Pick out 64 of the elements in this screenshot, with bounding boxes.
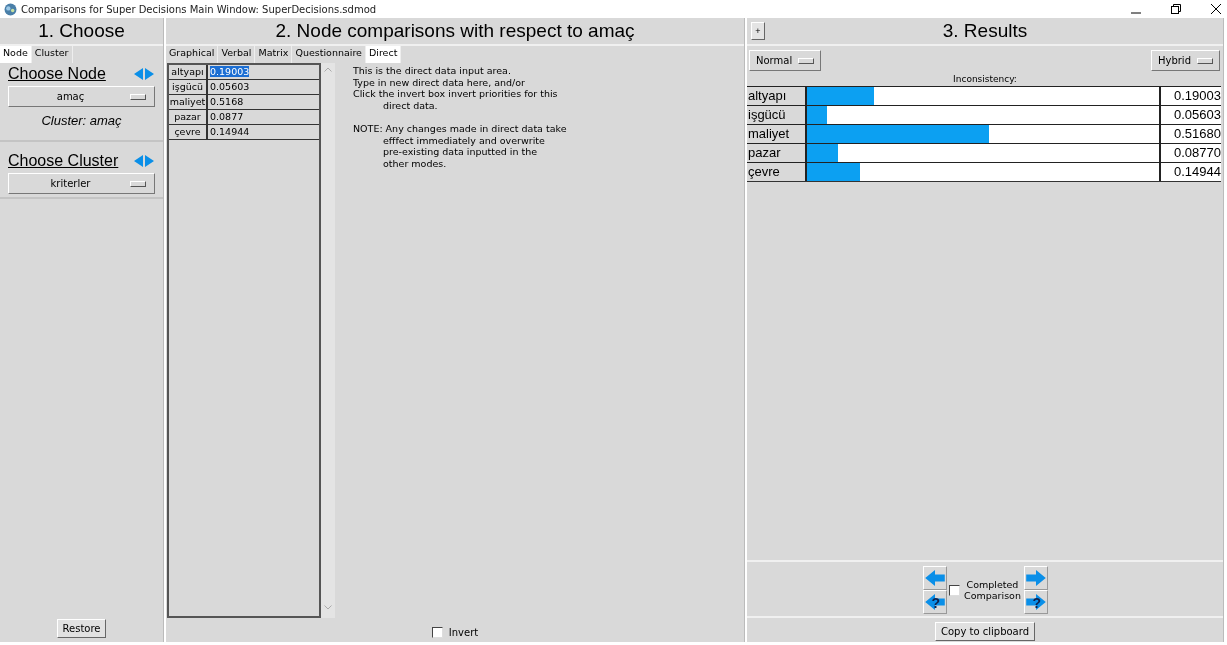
help-text: efffect immediately and overwrite	[382, 134, 546, 146]
help-text: Type in new direct data here, and/or	[353, 76, 526, 88]
node-name-cell: altyapı	[169, 65, 208, 79]
right-arrow-icon	[1025, 570, 1046, 586]
help-text: pre-existing data inputted in the	[382, 146, 539, 158]
inconsistency-label: Inconsistency:	[952, 74, 1018, 84]
scroll-down-icon[interactable]	[324, 605, 332, 610]
dropdown-indicator-icon	[1197, 57, 1213, 64]
choose-node-label: Choose Node	[8, 65, 106, 83]
next-button[interactable]	[1023, 566, 1048, 590]
tab[interactable]: Matrix	[255, 46, 293, 63]
help-text: other modes.	[382, 157, 448, 169]
priority-value-cell: 0.05603	[1159, 106, 1221, 124]
section-heading: 2. Node comparisons with respect to amaç	[166, 18, 744, 46]
cluster-info: Cluster: amaç	[40, 113, 123, 128]
right-arrow-icon	[1025, 594, 1046, 610]
help-text: NOTE: Any changes made in direct data take	[353, 123, 567, 135]
priority-value-cell: 0.51680	[1159, 125, 1221, 143]
next-help-button[interactable]: ?	[1023, 590, 1048, 614]
node-name-cell: çevre	[169, 125, 208, 139]
restore-button[interactable]: Restore	[56, 619, 107, 638]
priority-value-cell: 0.14944	[1159, 163, 1221, 181]
completed-checkbox[interactable]	[948, 584, 960, 596]
scrollbar[interactable]	[321, 63, 335, 618]
tab[interactable]: Verbal	[218, 46, 256, 63]
left-arrow-icon	[924, 570, 945, 586]
tab[interactable]: Node	[0, 46, 32, 63]
cluster-dropdown[interactable]: kriterler	[8, 173, 155, 194]
copy-to-clipboard-button[interactable]: Copy to clipboard	[934, 621, 1035, 641]
invert-label: Invert	[448, 626, 479, 638]
value-input[interactable]: 0.14944	[208, 125, 319, 139]
restore-icon[interactable]	[1171, 4, 1181, 14]
dropdown-indicator-icon	[130, 180, 146, 187]
dropdown-indicator-icon	[798, 57, 815, 64]
dropdown-indicator-icon	[130, 93, 146, 100]
node-dropdown[interactable]: amaç	[8, 86, 155, 107]
priority-value-cell: 0.19003	[1159, 87, 1221, 105]
value-input[interactable]: 0.5168	[208, 95, 319, 109]
tab[interactable]: Direct	[365, 46, 402, 63]
node-name-cell: pazar	[169, 110, 208, 124]
tab[interactable]: Cluster	[31, 46, 73, 63]
scroll-up-icon[interactable]	[324, 67, 332, 72]
invert-checkbox[interactable]	[431, 626, 443, 638]
close-icon[interactable]	[1211, 4, 1221, 14]
node-name-cell: işgücü	[169, 80, 208, 94]
help-text: This is the direct data input area.	[353, 65, 512, 77]
arrows-icon[interactable]	[133, 68, 155, 80]
section-heading: 3. Results	[941, 20, 1029, 42]
help-text: Click the invert box invert priorities for this	[353, 88, 559, 100]
tab[interactable]: Graphical	[166, 46, 219, 63]
value-input[interactable]: 0.19003	[208, 65, 319, 79]
node-name-cell: maliyet	[169, 95, 208, 109]
value-input[interactable]: 0.05603	[208, 80, 319, 94]
mode-dropdown[interactable]: Normal	[749, 50, 822, 71]
method-dropdown[interactable]: Hybrid	[1150, 50, 1220, 71]
choose-cluster-label: Choose Cluster	[8, 152, 119, 170]
priority-value-cell: 0.08770	[1159, 144, 1221, 162]
expand-button[interactable]: +	[751, 22, 765, 40]
completed-label: Completed Comparison	[963, 579, 1022, 601]
app-icon	[4, 2, 17, 16]
window-title: Comparisons for Super Decisions Main Window: SuperDecisions.sdmod	[21, 3, 377, 15]
help-text: direct data.	[382, 99, 439, 111]
value-input[interactable]: 0.0877	[208, 110, 319, 124]
arrows-icon[interactable]	[133, 155, 155, 167]
